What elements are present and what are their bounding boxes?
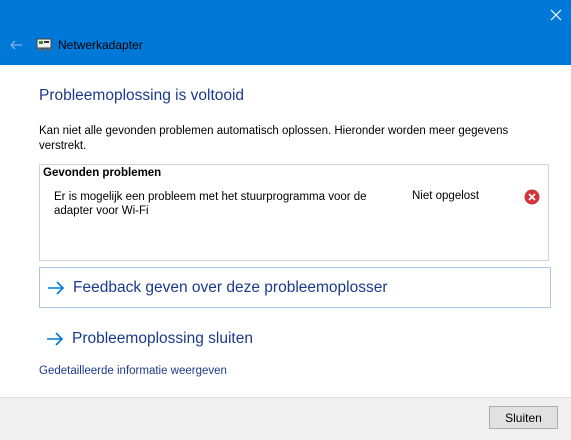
close-button[interactable]: Sluiten <box>489 406 558 429</box>
page-description: Kan niet alle gevonden problemen automat… <box>39 125 509 152</box>
footer-bar: Sluiten <box>0 397 571 440</box>
network-adapter-icon <box>36 37 54 52</box>
close-troubleshooter-command-link[interactable]: Probleemoplossing sluiten <box>39 319 551 360</box>
problems-list: Gevonden problemen Er is mogelijk een pr… <box>39 164 549 261</box>
window-title: Netwerkadapter <box>58 38 143 52</box>
title-bar: Netwerkadapter <box>0 0 571 65</box>
back-button[interactable] <box>8 37 24 53</box>
problems-header: Gevonden problemen <box>43 167 162 179</box>
close-icon <box>550 9 562 21</box>
window-close-button[interactable] <box>545 0 571 30</box>
arrow-right-icon <box>45 331 65 347</box>
arrow-right-icon <box>46 280 66 296</box>
feedback-label: Feedback geven over deze probleemoplosse… <box>73 279 388 296</box>
error-icon <box>524 189 540 205</box>
feedback-command-link[interactable]: Feedback geven over deze probleemoplosse… <box>39 267 551 308</box>
detailed-info-link[interactable]: Gedetailleerde informatie weergeven <box>39 365 227 377</box>
content-area: Probleemoplossing is voltooid Kan niet a… <box>0 65 571 397</box>
page-title: Probleemoplossing is voltooid <box>39 87 245 104</box>
back-arrow-icon <box>10 40 22 50</box>
close-troubleshooter-label: Probleemoplossing sluiten <box>72 330 253 347</box>
problem-status: Niet opgelost <box>412 190 480 202</box>
problem-description: Er is mogelijk een probleem met het stuu… <box>54 191 367 217</box>
